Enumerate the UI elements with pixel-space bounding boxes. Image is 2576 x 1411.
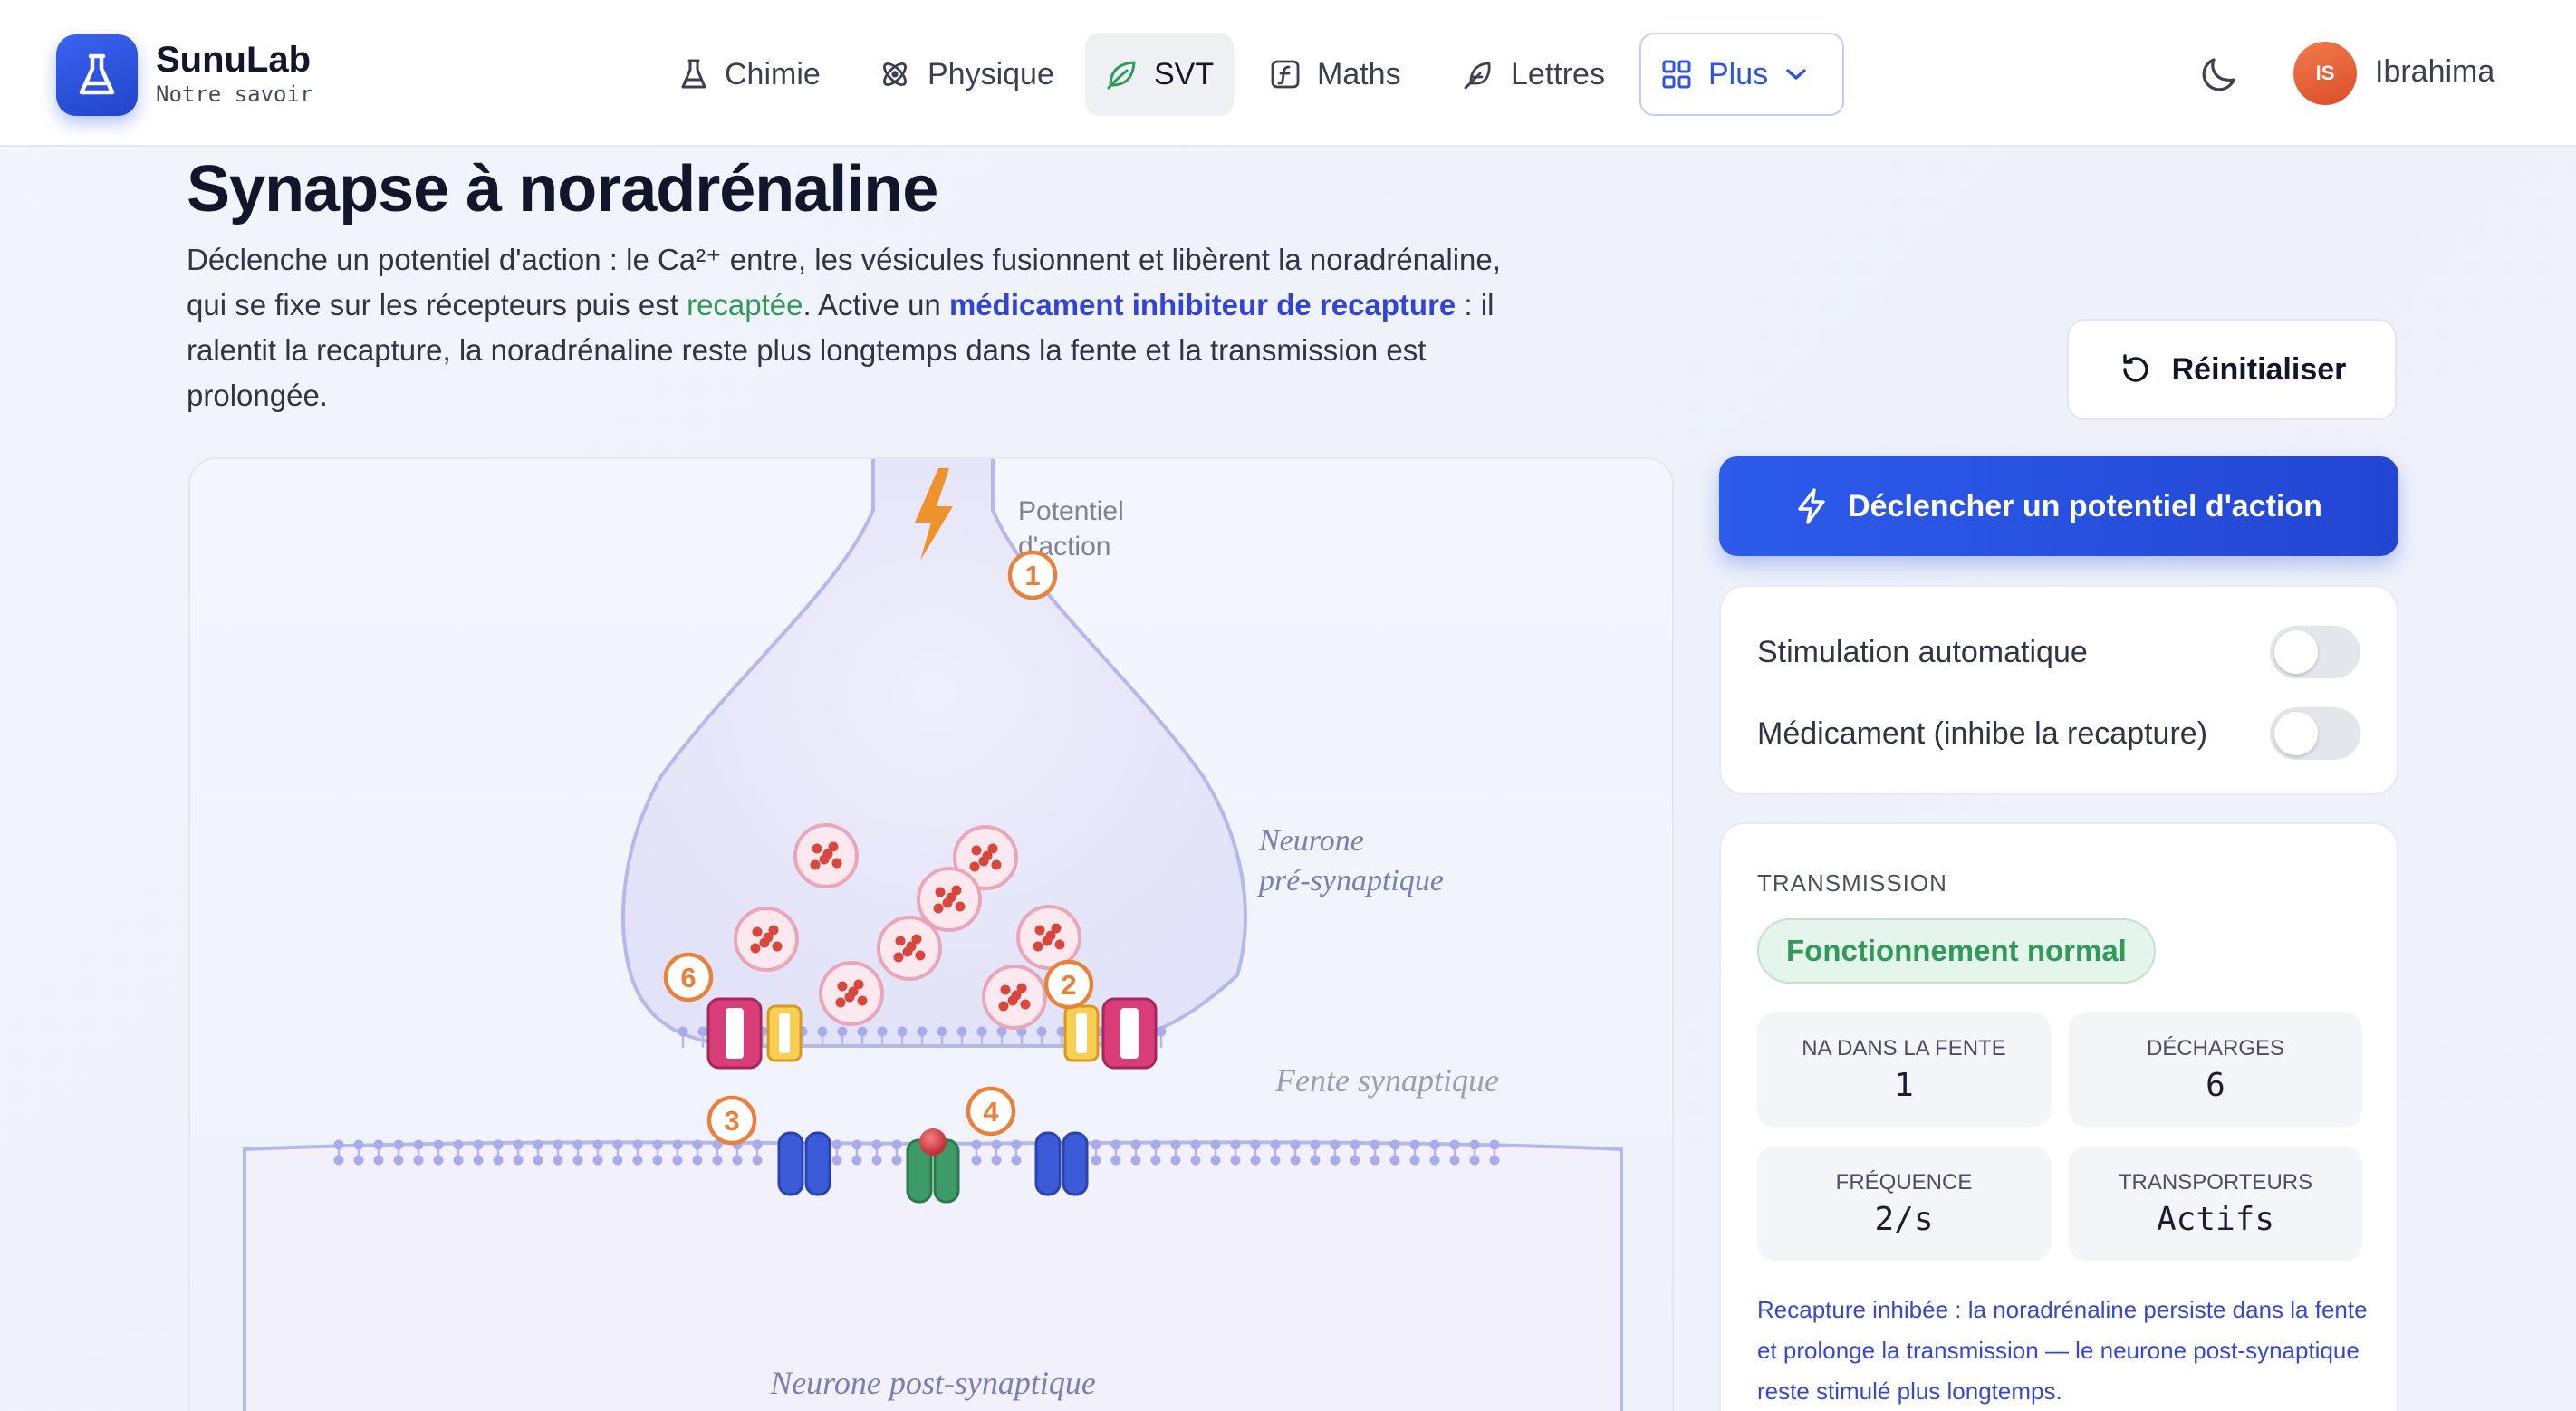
svg-text:1: 1 (1024, 560, 1040, 591)
stat-discharges: DÉCHARGES 6 (2069, 1013, 2362, 1127)
reset-icon (2122, 354, 2148, 382)
vesicle (819, 961, 884, 1026)
nav-item-physique[interactable]: Physique (859, 33, 1074, 116)
toggle-row-drug: Médicament (inhibe la recapture) (1757, 705, 2360, 763)
logo[interactable] (56, 34, 138, 116)
toggle-label-drug: Médicament (inhibe la recapture) (1757, 715, 2208, 751)
brand-tagline: Notre savoir (156, 82, 313, 107)
step-marker-1: 1 (1007, 550, 1058, 600)
label-synaptic-cleft: Fente synaptique (1274, 1062, 1499, 1099)
flask-logo-icon (79, 53, 115, 95)
simulation-options-card: Stimulation automatique Médicament (inhi… (1719, 585, 2398, 795)
stat-frequency: FRÉQUENCE 2/s (1757, 1147, 2051, 1261)
label-postsynaptic: Neurone post-synaptique (769, 1365, 1096, 1401)
nav-label-chimie: Chimie (725, 56, 821, 91)
fire-button-label: Déclencher un potentiel d'action (1848, 488, 2322, 523)
nav-label-lettres: Lettres (1511, 56, 1605, 91)
brand-name: SunuLab (156, 40, 312, 80)
drug-reuptake-inhibitor-toggle[interactable] (2270, 707, 2360, 760)
svg-text:3: 3 (724, 1105, 739, 1137)
stat-label: DÉCHARGES (2146, 1036, 2285, 1061)
vesicle (793, 823, 859, 888)
step-marker-3: 3 (706, 1095, 757, 1146)
intro-drug-highlight: médicament inhibiteur de recapture (948, 288, 1456, 322)
transmission-note: Recapture inhibée : la noradrénaline per… (1757, 1296, 2368, 1405)
stat-value: 1 (1894, 1067, 1914, 1104)
vesicle (917, 867, 982, 932)
vesicle (734, 907, 799, 972)
vesicle (982, 965, 1047, 1030)
stat-transporters: TRANSPORTEURS Actifs (2069, 1147, 2362, 1261)
stat-value: 6 (2206, 1067, 2225, 1104)
stat-value: Actifs (2156, 1201, 2275, 1238)
label-presynaptic-line2: pré-synaptique (1257, 864, 1444, 897)
status-badge: Fonctionnement normal (1757, 918, 2156, 984)
transmission-card: TRANSMISSION Fonctionnement normal NA DA… (1719, 822, 2398, 1411)
svg-text:4: 4 (983, 1096, 999, 1128)
flask-icon (681, 59, 706, 89)
page-title: Synapse à noradrénaline (187, 153, 938, 226)
vesicle (1016, 905, 1081, 970)
synapse-illustration: Potentiel d'action Neurone pré-synaptiqu… (243, 459, 1623, 1411)
page-description: Déclenche un potentiel d'action : le Ca²… (187, 237, 1509, 418)
transmission-heading: TRANSMISSION (1757, 869, 1947, 897)
stat-label: NA DANS LA FENTE (1802, 1036, 2006, 1061)
stat-value: 2/s (1874, 1201, 1934, 1238)
intro-recaptee-highlight: recaptée (687, 288, 803, 322)
vesicle (877, 916, 942, 981)
stat-label: FRÉQUENCE (1835, 1170, 1973, 1195)
label-action-potential-line1: Potentiel (1018, 496, 1124, 526)
label-presynaptic-line1: Neurone (1258, 824, 1364, 858)
synapse-diagram: Potentiel d'action Neurone pré-synaptiqu… (188, 457, 1674, 1411)
calcium-channel-right (1063, 997, 1158, 1070)
avatar[interactable]: IS (2293, 42, 2357, 105)
top-navigation-bar: SunuLab Notre savoir Chimie Physique SVT… (0, 0, 2576, 147)
nav-label-svt: SVT (1154, 56, 1215, 91)
user-name[interactable]: Ibrahima (2375, 54, 2494, 90)
atom-icon (883, 62, 907, 86)
noradrenaline-molecule (919, 1128, 947, 1156)
stat-na-in-cleft: NA DANS LA FENTE 1 (1757, 1013, 2051, 1127)
grid-icon (1662, 60, 1691, 89)
nav-item-maths[interactable]: Maths (1250, 33, 1421, 116)
nav-more-dropdown[interactable]: Plus (1639, 33, 1844, 116)
fire-action-potential-button[interactable]: Déclencher un potentiel d'action (1719, 456, 2398, 556)
reset-button[interactable]: Réinitialiser (2067, 319, 2397, 420)
svg-text:2: 2 (1061, 969, 1076, 1001)
nav-item-chimie[interactable]: Chimie (659, 33, 841, 116)
nav-item-lettres[interactable]: Lettres (1442, 33, 1625, 116)
chevron-down-icon (1786, 69, 1806, 80)
function-icon (1271, 60, 1300, 89)
stat-label: TRANSPORTEURS (2118, 1170, 2313, 1195)
nav-label-physique: Physique (928, 56, 1054, 91)
auto-stimulation-toggle[interactable] (2270, 626, 2360, 678)
nav-item-svt[interactable]: SVT (1085, 33, 1235, 116)
leaf-icon (1107, 61, 1136, 90)
svg-text:6: 6 (680, 962, 696, 993)
nav-label-maths: Maths (1317, 56, 1401, 91)
feather-icon (1464, 62, 1491, 90)
reset-label: Réinitialiser (2171, 351, 2347, 387)
toggle-row-auto-stimulation: Stimulation automatique (1757, 623, 2360, 681)
lightning-icon (1798, 488, 1825, 524)
step-marker-6: 6 (663, 952, 714, 1003)
intro-text-2: . Active un (803, 288, 949, 322)
step-marker-4: 4 (966, 1086, 1016, 1137)
nav-label-plus: Plus (1708, 56, 1769, 91)
toggle-label-auto: Stimulation automatique (1757, 634, 2088, 669)
step-marker-2: 2 (1043, 959, 1094, 1010)
calcium-channel-left (706, 997, 803, 1070)
dark-mode-moon-icon[interactable] (2199, 54, 2239, 94)
